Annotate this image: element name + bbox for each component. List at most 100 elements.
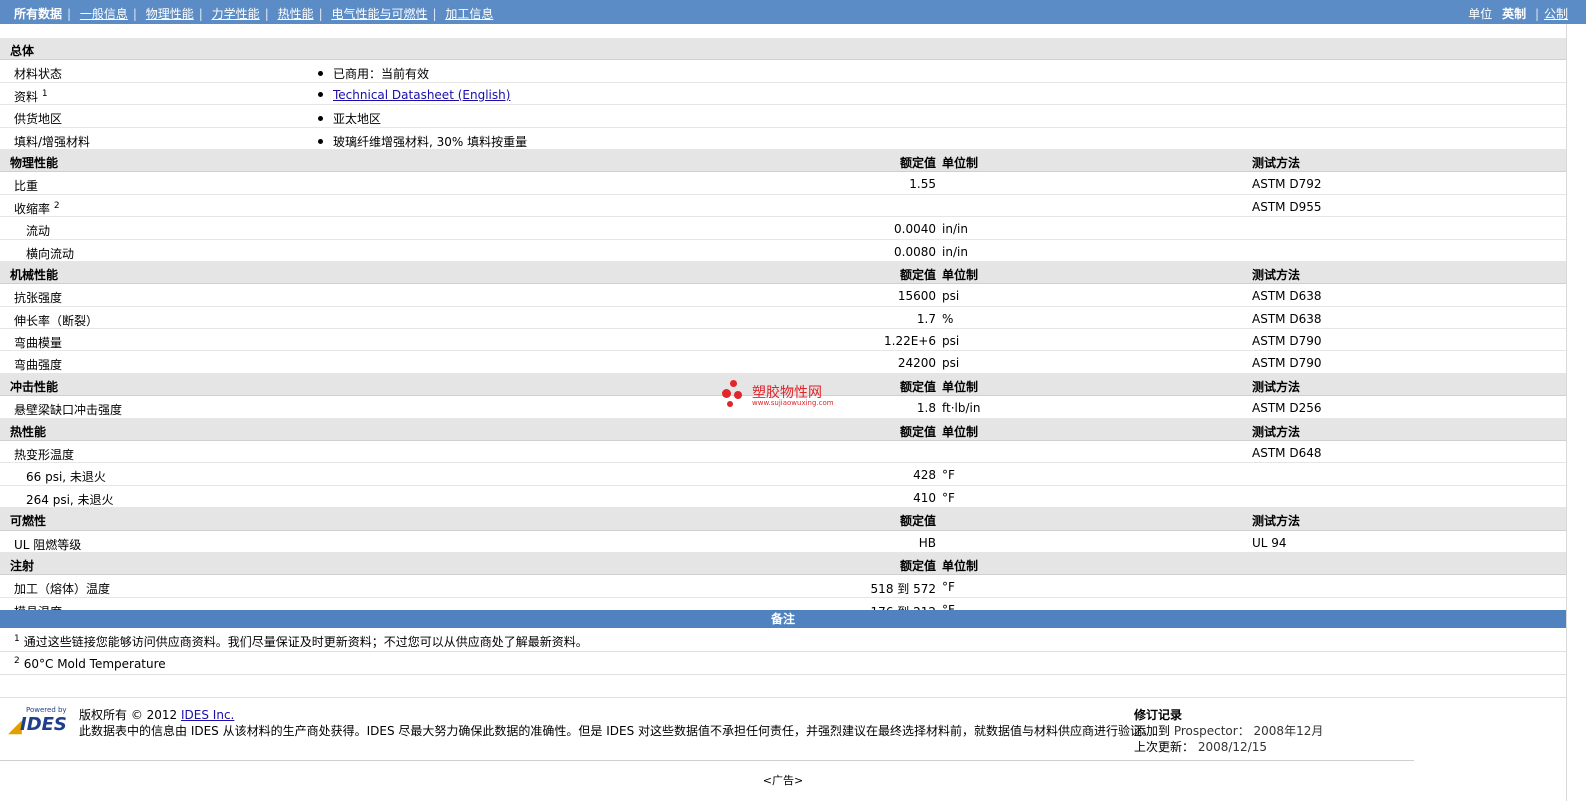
footer: ◢ Powered by IDES 版权所有 © 2012 IDES Inc. … — [0, 700, 1566, 760]
table-row: 弯曲强度 24200 psi ASTM D790 — [0, 351, 1566, 374]
bullet-icon — [318, 116, 323, 122]
nav-separator: | — [318, 7, 323, 21]
footnote-number: 2 — [14, 656, 20, 666]
logo-powered-text: Powered by — [26, 706, 67, 714]
company-link[interactable]: IDES Inc. — [181, 708, 234, 722]
section-title: 注射 — [10, 558, 35, 573]
row-value: 410 — [913, 490, 936, 505]
col-header-unit: 单位制 — [942, 424, 979, 439]
row-label: 弯曲强度 — [14, 358, 63, 373]
table-row: 热变形温度 ASTM D648 — [0, 441, 1566, 464]
section-title: 热性能 — [10, 424, 47, 439]
row-value: 已商用：当前有效 — [318, 65, 429, 82]
nav-all-data[interactable]: 所有数据 — [14, 7, 62, 21]
bullet-icon — [318, 91, 323, 97]
nav-thermal[interactable]: 热性能 — [278, 7, 314, 21]
row-value: 1.55 — [909, 177, 936, 192]
row-label: UL 阻燃等级 — [14, 537, 82, 552]
col-header-method: 测试方法 — [1252, 424, 1301, 439]
row-method: ASTM D790 — [1252, 356, 1322, 371]
table-row: 264 psi, 未退火 410 °F — [0, 486, 1566, 509]
divider — [0, 697, 1566, 698]
row-label: 弯曲模量 — [14, 336, 63, 351]
row-unit: psi — [942, 289, 960, 304]
row-value: 亚太地区 — [318, 110, 381, 127]
footnote-text: 60°C Mold Temperature — [23, 657, 166, 671]
section-title: 可燃性 — [10, 514, 47, 529]
table-row: 材料状态 已商用：当前有效 — [0, 60, 1566, 83]
row-label: 供货地区 — [14, 112, 63, 127]
col-header-unit: 单位制 — [942, 558, 979, 573]
row-value: 玻璃纤维增强材料, 30% 填料按重量 — [318, 133, 527, 150]
section-title: 物理性能 — [10, 155, 59, 170]
ad-label: <广告> — [762, 774, 804, 787]
nav-processing[interactable]: 加工信息 — [445, 7, 493, 21]
section-title: 机械性能 — [10, 267, 59, 282]
row-label: 264 psi, 未退火 — [26, 492, 114, 507]
datasheet-link[interactable]: Technical Datasheet (English) — [333, 88, 510, 102]
row-label: 横向流动 — [26, 246, 75, 261]
unit-switcher: 单位 英制 | 公制 — [1468, 5, 1568, 22]
row-unit: °F — [942, 468, 955, 483]
ides-logo[interactable]: ◢ Powered by IDES — [8, 706, 70, 737]
table-row: 流动 0.0040 in/in — [0, 217, 1566, 240]
col-header-unit: 单位制 — [942, 379, 979, 394]
col-header-value: 额定值 — [899, 155, 936, 170]
nav-separator: | — [198, 7, 203, 21]
col-header-method: 测试方法 — [1252, 267, 1301, 282]
unit-imperial[interactable]: 英制 — [1502, 7, 1526, 21]
row-value: 1.7 — [916, 311, 936, 326]
bullet-icon — [318, 138, 323, 144]
table-row: 填料/增强材料 玻璃纤维增强材料, 30% 填料按重量 — [0, 128, 1566, 150]
nav-mechanical[interactable]: 力学性能 — [212, 7, 260, 21]
unit-separator: | — [1534, 7, 1539, 21]
table-row: 加工（熔体）温度 518 到 572 °F — [0, 575, 1566, 598]
row-label: 收缩率 2 — [14, 200, 60, 216]
table-row: 收缩率 2 ASTM D955 — [0, 195, 1566, 218]
row-value: HB — [918, 535, 936, 550]
row-unit: psi — [942, 356, 960, 371]
nav-separator: | — [132, 7, 137, 21]
row-value: 15600 — [897, 289, 936, 304]
notes-header: 备注 — [0, 610, 1566, 628]
unit-metric[interactable]: 公制 — [1544, 7, 1568, 21]
footnote-number: 1 — [14, 634, 20, 644]
nav-separator: | — [264, 7, 269, 21]
row-method: ASTM D792 — [1252, 177, 1322, 192]
col-header-value: 额定值 — [899, 558, 936, 573]
nav-electrical-flammability[interactable]: 电气性能与可燃性 — [331, 7, 427, 21]
row-unit: in/in — [942, 244, 968, 259]
top-nav-bar: 所有数据 | 一般信息 | 物理性能 | 力学性能 | 热性能 | 电气性能与可燃性 | 加… — [0, 0, 1586, 24]
row-unit: % — [942, 311, 954, 326]
row-label: 流动 — [26, 224, 51, 239]
nav-general-info[interactable]: 一般信息 — [80, 7, 128, 21]
row-value: 1.22E+6 — [884, 334, 936, 349]
col-header-method: 测试方法 — [1252, 379, 1301, 394]
row-value: Technical Datasheet (English) — [318, 88, 510, 102]
col-header-value: 额定值 — [899, 379, 936, 394]
row-label: 66 psi, 未退火 — [26, 470, 106, 485]
revision-updated: 上次更新： 2008/12/15 — [1134, 740, 1268, 754]
row-method: ASTM D638 — [1252, 289, 1322, 304]
table-row: 比重 1.55 ASTM D792 — [0, 172, 1566, 195]
row-label: 伸长率（断裂） — [14, 313, 99, 328]
bullet-icon — [318, 71, 323, 77]
row-method: ASTM D638 — [1252, 311, 1322, 326]
table-row: 伸长率（断裂） 1.7 % ASTM D638 — [0, 307, 1566, 330]
section-thermal-header: 热性能 额定值 单位制 测试方法 — [0, 418, 1566, 442]
row-unit: in/in — [942, 222, 968, 237]
footnote-item: 1 通过这些链接您能够访问供应商资料。我们尽量保证及时更新资料；不过您可以从供应商… — [14, 633, 588, 650]
table-row: 抗张强度 15600 psi ASTM D638 — [0, 284, 1566, 307]
divider — [0, 760, 1414, 761]
row-value: 24200 — [897, 356, 936, 371]
col-header-value: 额定值 — [899, 514, 936, 529]
col-header-method: 测试方法 — [1252, 514, 1301, 529]
nav-physical[interactable]: 物理性能 — [146, 7, 194, 21]
nav-separator: | — [432, 7, 437, 21]
row-label: 资料 1 — [14, 88, 48, 104]
section-title: 冲击性能 — [10, 379, 59, 394]
table-row: 资料 1 Technical Datasheet (English) — [0, 83, 1566, 106]
scrollbar-track[interactable] — [1566, 24, 1586, 801]
row-label: 悬壁梁缺口冲击强度 — [14, 403, 123, 418]
disclaimer-text: 此数据表中的信息由 IDES 从该材料的生产商处获得。IDES 尽最大努力确保此… — [79, 724, 1155, 738]
